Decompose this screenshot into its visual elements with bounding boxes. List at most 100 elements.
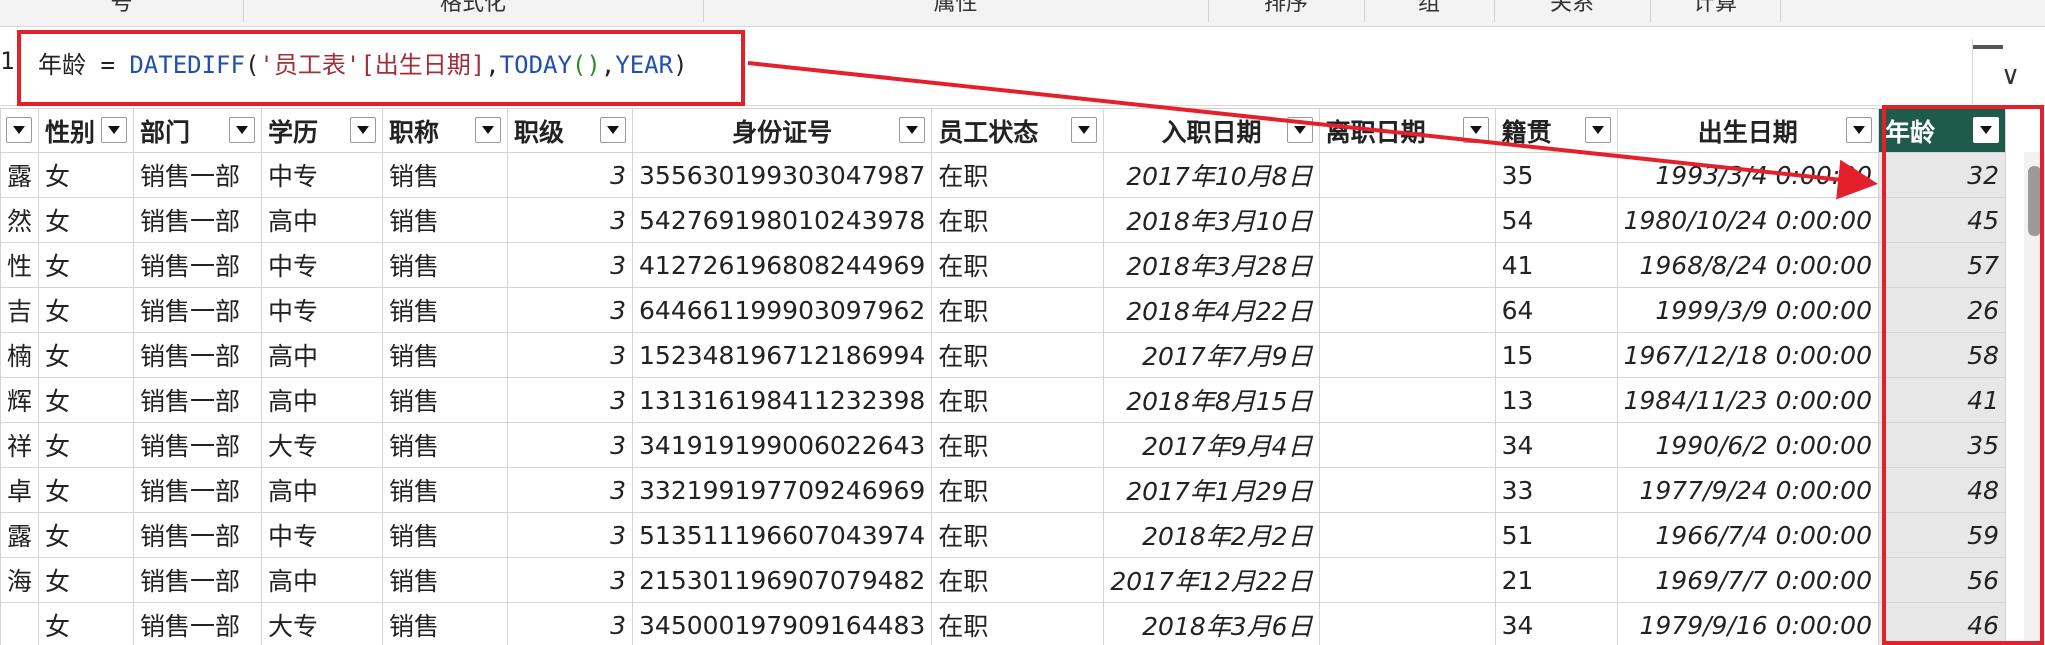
filter-dropdown-icon[interactable]: [1071, 117, 1098, 143]
table-cell[interactable]: 15: [1494, 332, 1618, 378]
ribbon-group-relationships[interactable]: 关系: [1494, 0, 1651, 22]
column-header-3[interactable]: 学历: [261, 108, 384, 153]
vertical-scrollbar[interactable]: [2024, 152, 2045, 645]
table-cell[interactable]: 销售: [382, 377, 509, 423]
table-cell[interactable]: 卓: [0, 467, 40, 513]
table-cell[interactable]: 3: [507, 467, 634, 513]
table-cell[interactable]: 513511196607043974: [632, 512, 933, 558]
table-row[interactable]: 露女销售一部 中专 销售 3 355630199303047987 在职 2017年10月8…: [0, 152, 2006, 198]
table-cell[interactable]: 1967/12/18 0:00:00: [1616, 332, 1880, 378]
table-cell[interactable]: 1980/10/24 0:00:00: [1616, 197, 1880, 243]
table-cell[interactable]: 2017年7月9日: [1103, 332, 1320, 378]
table-cell[interactable]: 销售一部: [133, 557, 263, 603]
filter-dropdown-icon[interactable]: [1973, 117, 1999, 143]
filter-dropdown-icon[interactable]: [350, 117, 377, 143]
table-cell[interactable]: 57: [1878, 242, 2006, 288]
table-cell[interactable]: 34: [1494, 422, 1618, 468]
table-cell[interactable]: 2017年10月8日: [1103, 152, 1320, 198]
table-cell[interactable]: 楠: [0, 332, 40, 378]
table-cell[interactable]: 女: [38, 512, 135, 558]
table-cell[interactable]: 在职: [931, 422, 1105, 468]
table-cell[interactable]: [1318, 152, 1496, 198]
table-cell[interactable]: 54: [1494, 197, 1618, 243]
table-cell[interactable]: 在职: [931, 287, 1105, 333]
table-cell[interactable]: 2017年12月22日: [1103, 557, 1320, 603]
table-cell[interactable]: 59: [1878, 512, 2006, 558]
table-cell[interactable]: 3: [507, 332, 634, 378]
table-row[interactable]: 性女销售一部 中专 销售 3 412726196808244969 在职 2018年3月28…: [0, 242, 2006, 288]
table-cell[interactable]: 在职: [931, 242, 1105, 288]
table-cell[interactable]: 2018年3月10日: [1103, 197, 1320, 243]
table-cell[interactable]: 销售: [382, 512, 509, 558]
table-cell[interactable]: 542769198010243978: [632, 197, 933, 243]
table-cell[interactable]: 131316198411232398: [632, 377, 933, 423]
table-cell[interactable]: 在职: [931, 197, 1105, 243]
table-cell[interactable]: 销售一部: [133, 287, 263, 333]
column-header-6[interactable]: 身份证号: [632, 108, 933, 153]
scrollbar-thumb[interactable]: [2028, 166, 2041, 236]
table-cell[interactable]: 1969/7/7 0:00:00: [1616, 557, 1880, 603]
table-cell[interactable]: 34: [1494, 602, 1618, 645]
table-cell[interactable]: 女: [38, 602, 135, 645]
table-cell[interactable]: 46: [1878, 602, 2006, 645]
table-cell[interactable]: 销售: [382, 557, 509, 603]
table-cell[interactable]: [1318, 197, 1496, 243]
column-header-2[interactable]: 部门: [133, 108, 263, 153]
ribbon-group-properties[interactable]: 属性: [703, 0, 1209, 22]
ribbon-group-sort[interactable]: 排序: [1208, 0, 1365, 22]
table-cell[interactable]: 销售一部: [133, 332, 263, 378]
table-cell[interactable]: 销售一部: [133, 152, 263, 198]
table-cell[interactable]: 32: [1878, 152, 2006, 198]
column-header-10[interactable]: 籍贯: [1494, 108, 1618, 153]
table-cell[interactable]: 销售一部: [133, 197, 263, 243]
table-cell[interactable]: 3: [507, 152, 634, 198]
table-cell[interactable]: 高中: [261, 467, 384, 513]
column-header-0[interactable]: [0, 108, 40, 153]
table-cell[interactable]: 1984/11/23 0:00:00: [1616, 377, 1880, 423]
table-cell[interactable]: [1318, 377, 1496, 423]
table-cell[interactable]: 大专: [261, 422, 384, 468]
table-cell[interactable]: 中专: [261, 512, 384, 558]
ribbon-group-format[interactable]: 格式化: [243, 0, 704, 22]
formula-bar[interactable]: 1 年龄 = DATEDIFF('员工表'[出生日期],TODAY(),YEAR…: [0, 27, 2045, 106]
table-row[interactable]: 海女销售一部 高中 销售 3 215301196907079482 在职 2017年12月2…: [0, 557, 2006, 603]
table-cell[interactable]: 高中: [261, 332, 384, 378]
table-cell[interactable]: 祥: [0, 422, 40, 468]
table-cell[interactable]: 销售一部: [133, 422, 263, 468]
table-cell[interactable]: 3: [507, 602, 634, 645]
filter-dropdown-icon[interactable]: [1846, 117, 1872, 143]
table-cell[interactable]: [1318, 422, 1496, 468]
table-cell[interactable]: 35: [1878, 422, 2006, 468]
table-cell[interactable]: [1318, 467, 1496, 513]
table-cell[interactable]: 在职: [931, 152, 1105, 198]
table-cell[interactable]: 在职: [931, 467, 1105, 513]
column-header-5[interactable]: 职级: [507, 108, 634, 153]
table-cell[interactable]: [1318, 287, 1496, 333]
table-cell[interactable]: 64: [1494, 287, 1618, 333]
table-cell[interactable]: 女: [38, 197, 135, 243]
table-cell[interactable]: 吉: [0, 287, 40, 333]
table-cell[interactable]: 女: [38, 152, 135, 198]
table-cell[interactable]: 1993/3/4 0:00:00: [1616, 152, 1880, 198]
table-cell[interactable]: 销售一部: [133, 512, 263, 558]
table-cell[interactable]: 45: [1878, 197, 2006, 243]
column-header-1[interactable]: 性别: [38, 108, 135, 153]
table-cell[interactable]: 女: [38, 242, 135, 288]
table-cell[interactable]: 在职: [931, 602, 1105, 645]
table-cell[interactable]: 销售一部: [133, 377, 263, 423]
table-cell[interactable]: 1999/3/9 0:00:00: [1616, 287, 1880, 333]
table-cell[interactable]: 2018年3月28日: [1103, 242, 1320, 288]
table-cell[interactable]: 41: [1878, 377, 2006, 423]
table-cell[interactable]: 51: [1494, 512, 1618, 558]
table-cell[interactable]: 1979/9/16 0:00:00: [1616, 602, 1880, 645]
table-cell[interactable]: 3: [507, 422, 634, 468]
table-cell[interactable]: 在职: [931, 332, 1105, 378]
table-cell[interactable]: 341919199006022643: [632, 422, 933, 468]
table-cell[interactable]: 3: [507, 557, 634, 603]
table-row[interactable]: 吉女销售一部 中专 销售 3 644661199903097962 在职 2018年4月22…: [0, 287, 2006, 333]
filter-dropdown-icon[interactable]: [1462, 117, 1489, 143]
table-cell[interactable]: 女: [38, 467, 135, 513]
table-cell[interactable]: 332199197709246969: [632, 467, 933, 513]
table-cell[interactable]: 露: [0, 152, 40, 198]
table-cell[interactable]: 3: [507, 287, 634, 333]
